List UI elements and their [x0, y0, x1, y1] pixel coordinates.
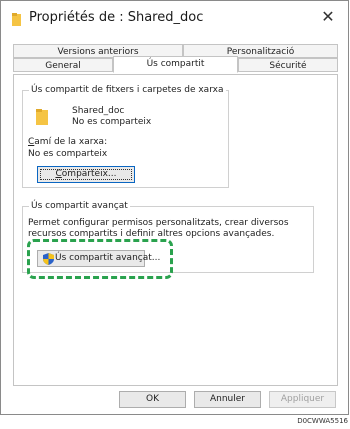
tab-sharing[interactable]: Ús compartit [113, 56, 238, 73]
tab-label: Ús compartit [146, 59, 205, 69]
ok-button-label: OK [146, 394, 159, 404]
tab-label: General [45, 61, 81, 71]
network-sharing-group: Ús compartit de fitxers i carpetes de xa… [22, 84, 229, 188]
group-label: Ús compartit avançat [29, 200, 130, 212]
network-path-label: Camí de la xarxa: [28, 137, 107, 148]
close-button[interactable]: ✕ [320, 9, 336, 25]
ok-button[interactable]: OK [119, 391, 186, 408]
folder-icon [12, 11, 22, 26]
group-label: Ús compartit de fitxers i carpetes de xa… [29, 84, 226, 96]
cancel-button-label: Annuler [209, 394, 245, 404]
image-code: D0CWWA5516 [297, 417, 348, 425]
window-title: Propriétés de : Shared_doc [29, 10, 204, 25]
tab-general[interactable]: General [13, 58, 113, 72]
close-icon[interactable]: ✕ [321, 7, 334, 26]
tab-label: Sécurité [269, 61, 307, 71]
folder-icon [33, 108, 51, 130]
cancel-button[interactable]: Annuler [194, 391, 261, 408]
network-path-label-rest: amí de la xarxa: [34, 137, 108, 147]
shared-item-name: Shared_doc [72, 106, 125, 116]
share-button[interactable]: Comparteix... [37, 166, 135, 183]
shared-item-status: No es comparteix [72, 117, 152, 127]
sharing-tab-panel: Ús compartit de fitxers i carpetes de xa… [13, 74, 338, 386]
apply-button[interactable]: Appliquer [269, 391, 336, 408]
network-path-value: No es comparteix [28, 149, 108, 159]
properties-dialog: Propriétés de : Shared_doc ✕ Versions an… [0, 0, 349, 415]
tab-security[interactable]: Sécurité [238, 58, 338, 72]
highlight-annotation [27, 239, 173, 279]
advanced-sharing-description-line1: Permet configurar permisos personalitzat… [28, 218, 289, 228]
apply-button-label: Appliquer [280, 394, 325, 404]
title-bar: Propriétés de : Shared_doc ✕ [1, 1, 348, 35]
